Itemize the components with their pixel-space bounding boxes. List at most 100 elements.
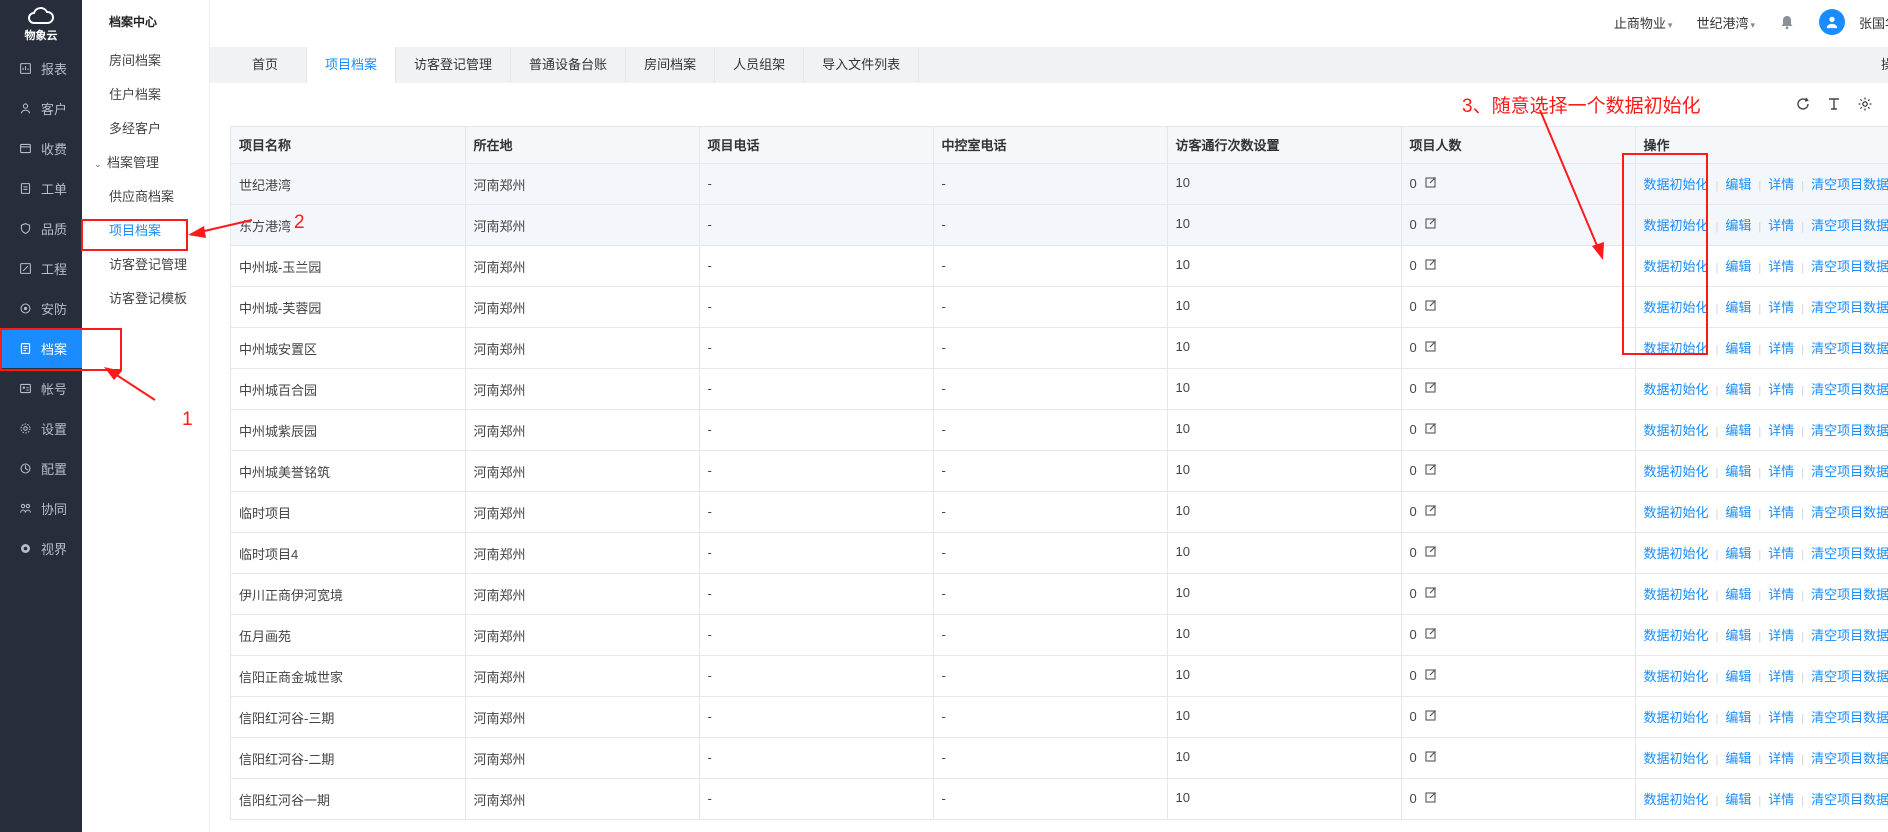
data-init-link[interactable]: 数据初始化 xyxy=(1644,505,1709,520)
clear-data-link[interactable]: 清空项目数据 xyxy=(1811,546,1888,561)
submenu-group-archive-management[interactable]: ⌄ 档案管理 xyxy=(82,146,209,180)
clear-data-link[interactable]: 清空项目数据 xyxy=(1811,259,1888,274)
project-dropdown[interactable]: 世纪港湾 ▾ xyxy=(1696,13,1755,32)
edit-link[interactable]: 编辑 xyxy=(1725,464,1751,479)
table-row[interactable]: 中州城安置区 河南郑州 - -10 0 数据初始化 | 编辑 | 详情 | 清空项目数据 xyxy=(231,327,1888,369)
clear-data-link[interactable]: 清空项目数据 xyxy=(1811,628,1888,643)
clear-data-link[interactable]: 清空项目数据 xyxy=(1811,300,1888,315)
app-logo[interactable]: 物象云 xyxy=(0,0,82,48)
table-row[interactable]: 伊川正商伊河宽境 河南郑州 - -10 0 数据初始化 | 编辑 | 详情 | 清空项目数据 xyxy=(231,573,1888,615)
table-row[interactable]: 信阳红河谷一期 河南郑州 - -10 0 数据初始化 | 编辑 | 详情 | 清空项目数据 xyxy=(231,778,1888,820)
edit-link[interactable]: 编辑 xyxy=(1725,587,1751,602)
data-init-link[interactable]: 数据初始化 xyxy=(1644,546,1709,561)
sidebar-item-fee[interactable]: 收费 xyxy=(0,128,82,168)
data-init-link[interactable]: 数据初始化 xyxy=(1644,300,1709,315)
user-name[interactable]: 张国华 xyxy=(1859,13,1888,32)
clear-data-link[interactable]: 清空项目数据 xyxy=(1811,669,1888,684)
clear-data-link[interactable]: 清空项目数据 xyxy=(1811,587,1888,602)
edit-link[interactable]: 编辑 xyxy=(1725,669,1751,684)
submenu-item-visitor-management[interactable]: 访客登记管理 xyxy=(82,248,209,282)
detail-link[interactable]: 详情 xyxy=(1768,751,1794,766)
clear-data-link[interactable]: 清空项目数据 xyxy=(1811,423,1888,438)
sidebar-item-collab[interactable]: 协同 xyxy=(0,488,82,528)
edit-icon[interactable] xyxy=(1417,258,1437,273)
edit-link[interactable]: 编辑 xyxy=(1725,628,1751,643)
edit-link[interactable]: 编辑 xyxy=(1725,341,1751,356)
col-header-project-phone[interactable]: 项目电话 xyxy=(699,127,934,164)
sidebar-item-quality[interactable]: 品质 xyxy=(0,208,82,248)
col-header-project-name[interactable]: 项目名称 xyxy=(231,127,466,164)
density-icon[interactable] xyxy=(1826,96,1842,112)
tab-personnel[interactable]: 人员组架 xyxy=(715,47,805,83)
sidebar-item-customer[interactable]: 客户 xyxy=(0,88,82,128)
table-row[interactable]: 中州城紫辰园 河南郑州 - -10 0 数据初始化 | 编辑 | 详情 | 清空项目数据 xyxy=(231,409,1888,451)
sidebar-item-account[interactable]: 帐号 xyxy=(0,368,82,408)
edit-icon[interactable] xyxy=(1417,504,1437,519)
data-init-link[interactable]: 数据初始化 xyxy=(1644,423,1709,438)
table-row[interactable]: 信阳红河谷-二期 河南郑州 - -10 0 数据初始化 | 编辑 | 详情 | 清空项目数据 xyxy=(231,737,1888,779)
data-init-link[interactable]: 数据初始化 xyxy=(1644,218,1709,233)
clear-data-link[interactable]: 清空项目数据 xyxy=(1811,505,1888,520)
data-init-link[interactable]: 数据初始化 xyxy=(1644,464,1709,479)
table-row[interactable]: 临时项目 河南郑州 - -10 0 数据初始化 | 编辑 | 详情 | 清空项目数据 xyxy=(231,491,1888,533)
clear-data-link[interactable]: 清空项目数据 xyxy=(1811,177,1888,192)
edit-icon[interactable] xyxy=(1417,586,1437,601)
edit-icon[interactable] xyxy=(1417,791,1437,806)
detail-link[interactable]: 详情 xyxy=(1768,505,1794,520)
detail-link[interactable]: 详情 xyxy=(1768,669,1794,684)
edit-link[interactable]: 编辑 xyxy=(1725,382,1751,397)
data-init-link[interactable]: 数据初始化 xyxy=(1644,710,1709,725)
detail-link[interactable]: 详情 xyxy=(1768,382,1794,397)
detail-link[interactable]: 详情 xyxy=(1768,464,1794,479)
clear-data-link[interactable]: 清空项目数据 xyxy=(1811,218,1888,233)
data-init-link[interactable]: 数据初始化 xyxy=(1644,628,1709,643)
table-row[interactable]: 中州城-玉兰园 河南郑州 - -10 0 数据初始化 | 编辑 | 详情 | 清空项目数据 xyxy=(231,245,1888,287)
edit-link[interactable]: 编辑 xyxy=(1725,423,1751,438)
clear-data-link[interactable]: 清空项目数据 xyxy=(1811,341,1888,356)
sidebar-item-engineering[interactable]: 工程 xyxy=(0,248,82,288)
data-init-link[interactable]: 数据初始化 xyxy=(1644,341,1709,356)
data-init-link[interactable]: 数据初始化 xyxy=(1644,669,1709,684)
col-header-location[interactable]: 所在地 xyxy=(465,127,700,164)
table-row[interactable]: 信阳正商金城世家 河南郑州 - -10 0 数据初始化 | 编辑 | 详情 | 清空项目数据 xyxy=(231,655,1888,697)
sidebar-item-config[interactable]: 配置 xyxy=(0,448,82,488)
gear-icon[interactable] xyxy=(1857,96,1873,112)
edit-link[interactable]: 编辑 xyxy=(1725,259,1751,274)
data-init-link[interactable]: 数据初始化 xyxy=(1644,259,1709,274)
data-init-link[interactable]: 数据初始化 xyxy=(1644,792,1709,807)
avatar[interactable] xyxy=(1818,9,1845,35)
col-header-visit-limit[interactable]: 访客通行次数设置 xyxy=(1167,127,1402,164)
data-init-link[interactable]: 数据初始化 xyxy=(1644,587,1709,602)
submenu-item-project-archive[interactable]: 项目档案 xyxy=(82,214,209,248)
detail-link[interactable]: 详情 xyxy=(1768,259,1794,274)
sidebar-item-security[interactable]: 安防 xyxy=(0,288,82,328)
edit-link[interactable]: 编辑 xyxy=(1725,505,1751,520)
table-row[interactable]: 信阳红河谷-三期 河南郑州 - -10 0 数据初始化 | 编辑 | 详情 | 清空项目数据 xyxy=(231,696,1888,738)
detail-link[interactable]: 详情 xyxy=(1768,218,1794,233)
detail-link[interactable]: 详情 xyxy=(1768,300,1794,315)
edit-icon[interactable] xyxy=(1417,422,1437,437)
detail-link[interactable]: 详情 xyxy=(1768,546,1794,561)
bell-icon[interactable] xyxy=(1779,14,1795,30)
tab-operations-menu[interactable]: 操 xyxy=(1881,47,1888,83)
edit-icon[interactable] xyxy=(1417,627,1437,642)
col-header-control-phone[interactable]: 中控室电话 xyxy=(933,127,1168,164)
detail-link[interactable]: 详情 xyxy=(1768,628,1794,643)
data-init-link[interactable]: 数据初始化 xyxy=(1644,177,1709,192)
edit-icon[interactable] xyxy=(1417,299,1437,314)
edit-icon[interactable] xyxy=(1417,217,1437,232)
edit-icon[interactable] xyxy=(1417,709,1437,724)
submenu-item-supplier-archive[interactable]: 供应商档案 xyxy=(82,180,209,214)
tab-equipment-ledger[interactable]: 普通设备台账 xyxy=(511,47,627,83)
detail-link[interactable]: 详情 xyxy=(1768,177,1794,192)
sidebar-item-workorder[interactable]: 工单 xyxy=(0,168,82,208)
table-row[interactable]: 中州城百合园 河南郑州 - -10 0 数据初始化 | 编辑 | 详情 | 清空项目数据 xyxy=(231,368,1888,410)
edit-icon[interactable] xyxy=(1417,381,1437,396)
tab-project-archive[interactable]: 项目档案 xyxy=(307,47,397,83)
edit-link[interactable]: 编辑 xyxy=(1725,177,1751,192)
detail-link[interactable]: 详情 xyxy=(1768,710,1794,725)
detail-link[interactable]: 详情 xyxy=(1768,341,1794,356)
edit-link[interactable]: 编辑 xyxy=(1725,751,1751,766)
submenu-item-resident-archive[interactable]: 住户档案 xyxy=(82,78,209,112)
tab-import-files[interactable]: 导入文件列表 xyxy=(804,47,920,83)
